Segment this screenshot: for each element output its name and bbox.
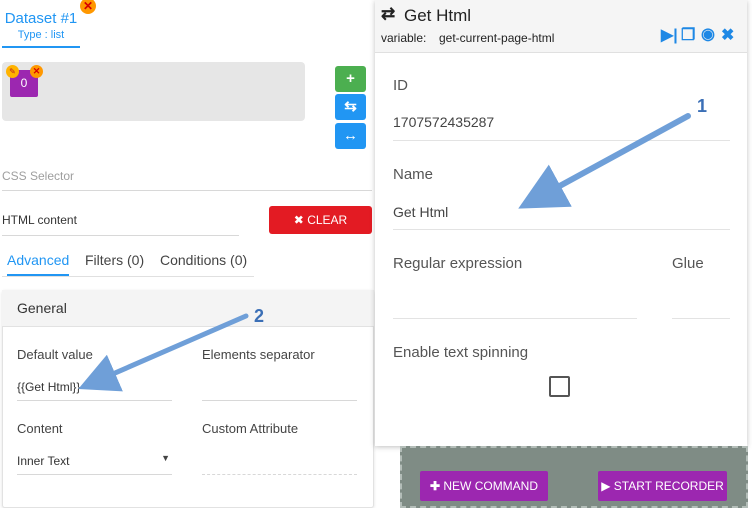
annotation-arrow-2: [78, 313, 249, 392]
annotation-number-2: 2: [254, 306, 265, 326]
annotation-number-1: 1: [697, 96, 708, 116]
annotation-arrows: [78, 113, 691, 392]
annotation-arrow-1: [518, 113, 691, 209]
